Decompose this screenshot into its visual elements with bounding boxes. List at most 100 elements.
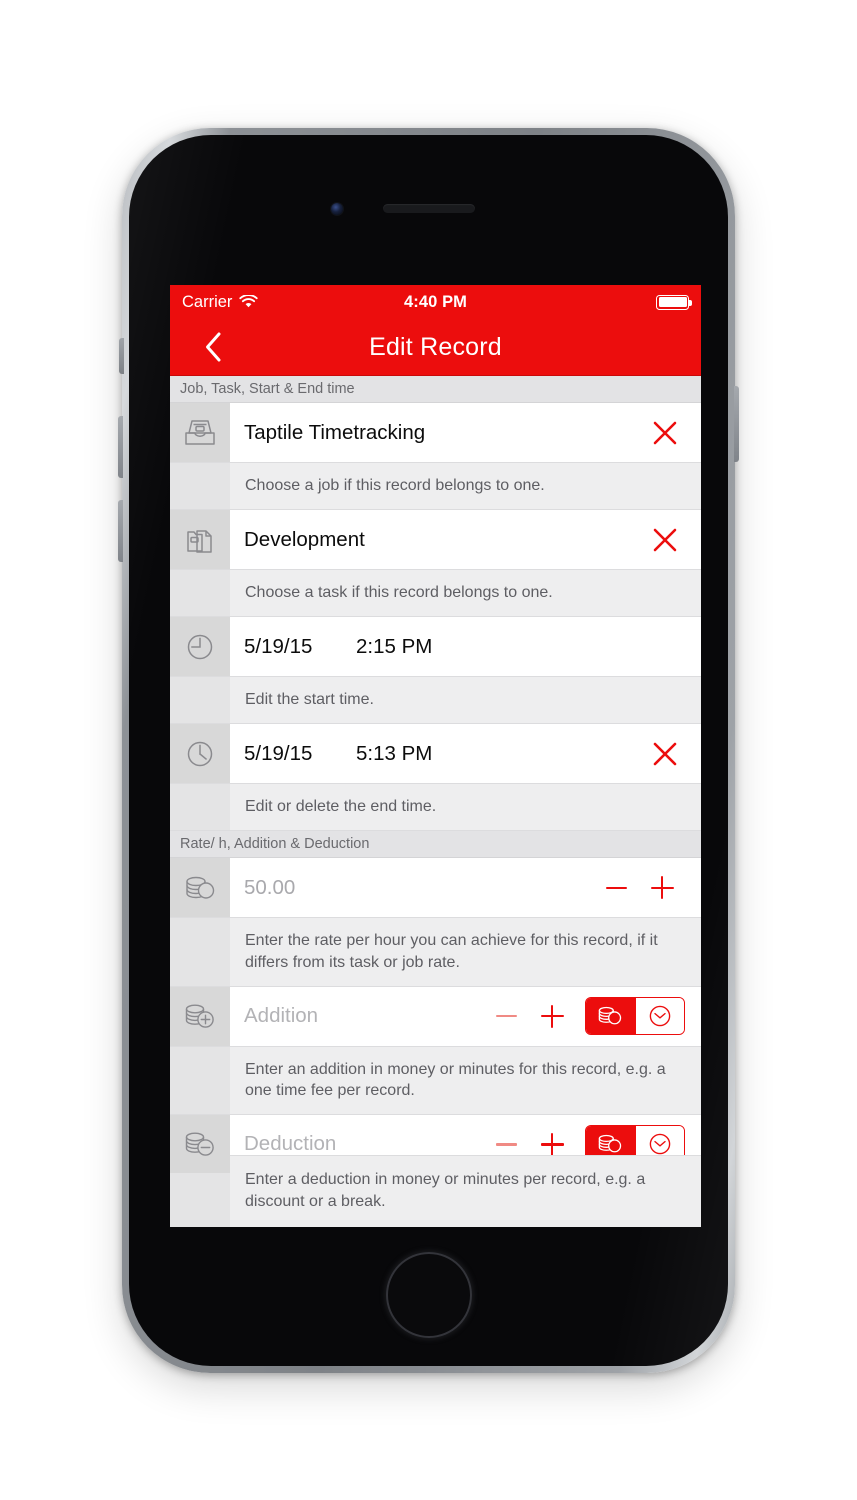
volume-down-button[interactable] bbox=[118, 500, 123, 562]
row-addition[interactable]: Addition bbox=[170, 986, 701, 1047]
rate-decrement-button[interactable] bbox=[593, 866, 639, 910]
deduction-input[interactable]: Deduction bbox=[244, 1132, 336, 1156]
section-header-job-task-time: Job, Task, Start & End time bbox=[170, 376, 701, 403]
row-body: Development bbox=[230, 510, 701, 569]
row-job[interactable]: Taptile Timetracking bbox=[170, 403, 701, 463]
row-icon-gutter bbox=[170, 724, 230, 784]
addition-increment-button[interactable] bbox=[529, 994, 575, 1038]
clock-minutes-icon bbox=[649, 1134, 671, 1155]
description-gutter bbox=[170, 1173, 230, 1227]
description-end-time: Edit or delete the end time. bbox=[170, 784, 701, 832]
coins-minus-icon bbox=[185, 1132, 214, 1157]
coins-money-icon bbox=[598, 1135, 622, 1153]
page-title: Edit Record bbox=[369, 332, 502, 361]
description-text: Edit or delete the end time. bbox=[245, 798, 437, 816]
back-button[interactable] bbox=[196, 330, 230, 364]
row-icon-gutter bbox=[170, 986, 230, 1046]
row-rate[interactable]: 50.00 bbox=[170, 858, 701, 919]
row-icon-gutter bbox=[170, 1114, 230, 1174]
row-actions bbox=[483, 994, 685, 1038]
earpiece-speaker bbox=[382, 204, 475, 213]
plus-icon bbox=[540, 1004, 564, 1028]
clear-end-time-button[interactable] bbox=[645, 734, 685, 774]
folder-task-icon bbox=[187, 529, 212, 553]
row-task[interactable]: Development bbox=[170, 510, 701, 571]
description-job: Choose a job if this record belongs to o… bbox=[170, 463, 701, 511]
description-text: Choose a task if this record belongs to … bbox=[245, 584, 553, 602]
device-glass: Carrier 4:40 PM Edit Record Job, Task, S… bbox=[129, 135, 728, 1366]
row-icon-gutter bbox=[170, 403, 230, 462]
status-bar-clock: 4:40 PM bbox=[403, 292, 468, 311]
description-start-time: Edit the start time. bbox=[170, 677, 701, 725]
edit-record-form: Job, Task, Start & End time Taptile Time… bbox=[170, 376, 701, 1227]
clear-job-button[interactable] bbox=[645, 413, 685, 453]
coins-plus-icon bbox=[185, 1004, 214, 1028]
start-date-value: 5/19/15 bbox=[244, 634, 313, 658]
clear-x-icon bbox=[653, 528, 677, 551]
iphone-device-frame: Carrier 4:40 PM Edit Record Job, Task, S… bbox=[118, 128, 739, 1373]
section-header-rate-addition-deduction: Rate/ h, Addition & Deduction bbox=[170, 831, 701, 859]
coins-rate-icon bbox=[186, 876, 215, 899]
description-gutter bbox=[170, 677, 230, 724]
volume-up-button[interactable] bbox=[118, 416, 123, 478]
description-text: Choose a job if this record belongs to o… bbox=[245, 477, 545, 494]
status-bar-right bbox=[656, 294, 692, 310]
rate-value[interactable]: 50.00 bbox=[244, 876, 295, 900]
row-end-time[interactable]: 5/19/15 5:13 PM bbox=[170, 724, 701, 785]
minus-icon bbox=[495, 1143, 517, 1146]
clear-task-button[interactable] bbox=[645, 520, 685, 560]
app-screen: Carrier 4:40 PM Edit Record Job, Task, S… bbox=[170, 285, 701, 1227]
row-actions bbox=[593, 866, 685, 910]
plus-icon bbox=[540, 1132, 564, 1156]
row-body: 50.00 bbox=[230, 858, 701, 917]
minus-icon bbox=[495, 1014, 517, 1018]
segment-money[interactable] bbox=[586, 998, 635, 1035]
home-button[interactable] bbox=[385, 1252, 472, 1338]
addition-input[interactable]: Addition bbox=[244, 1004, 318, 1028]
row-start-time[interactable]: 5/19/15 2:15 PM bbox=[170, 617, 701, 678]
row-body: 5/19/15 5:13 PM bbox=[230, 724, 701, 783]
plus-icon bbox=[650, 876, 674, 900]
addition-unit-segmented-control[interactable] bbox=[585, 997, 685, 1036]
rate-increment-button[interactable] bbox=[639, 866, 685, 910]
row-body: Taptile Timetracking bbox=[230, 403, 701, 462]
row-body: Addition bbox=[230, 987, 701, 1046]
power-button[interactable] bbox=[734, 386, 739, 462]
segment-minutes[interactable] bbox=[634, 998, 684, 1035]
clock-start-icon bbox=[187, 634, 213, 659]
chevron-left-icon bbox=[206, 332, 221, 362]
row-actions bbox=[645, 413, 685, 453]
silent-switch[interactable] bbox=[119, 338, 124, 374]
description-addition: Enter an addition in money or minutes fo… bbox=[170, 1046, 701, 1115]
row-icon-gutter bbox=[170, 617, 230, 677]
clear-x-icon bbox=[653, 421, 677, 444]
row-icon-gutter bbox=[170, 510, 230, 570]
clock-end-icon bbox=[187, 741, 213, 767]
description-gutter bbox=[170, 784, 230, 831]
description-task: Choose a task if this record belongs to … bbox=[170, 570, 701, 618]
description-gutter bbox=[170, 1046, 230, 1114]
description-deduction: Enter a deduction in money or minutes pe… bbox=[230, 1155, 701, 1227]
row-icon-gutter bbox=[170, 858, 230, 918]
description-gutter bbox=[170, 463, 230, 510]
description-text: Edit the start time. bbox=[245, 691, 374, 709]
battery-full-icon bbox=[656, 294, 692, 310]
description-gutter bbox=[170, 918, 230, 986]
row-actions bbox=[645, 734, 685, 774]
end-date-value: 5/19/15 bbox=[244, 741, 313, 765]
navigation-bar: Edit Record bbox=[170, 319, 701, 376]
status-bar: Carrier 4:40 PM bbox=[170, 285, 701, 319]
addition-decrement-button[interactable] bbox=[483, 994, 529, 1038]
description-rate: Enter the rate per hour you can achieve … bbox=[170, 918, 701, 987]
minus-icon bbox=[605, 886, 627, 890]
description-text: Enter an addition in money or minutes fo… bbox=[245, 1060, 666, 1099]
row-body: 5/19/15 2:15 PM bbox=[230, 617, 701, 676]
job-value: Taptile Timetracking bbox=[244, 420, 426, 444]
inbox-job-icon bbox=[185, 419, 215, 445]
description-text: Enter the rate per hour you can achieve … bbox=[245, 932, 658, 971]
end-time-value: 5:13 PM bbox=[356, 741, 433, 765]
clock-minutes-icon bbox=[649, 1005, 671, 1027]
start-time-value: 2:15 PM bbox=[356, 634, 433, 658]
row-actions bbox=[645, 520, 685, 560]
coins-money-icon bbox=[598, 1007, 622, 1025]
